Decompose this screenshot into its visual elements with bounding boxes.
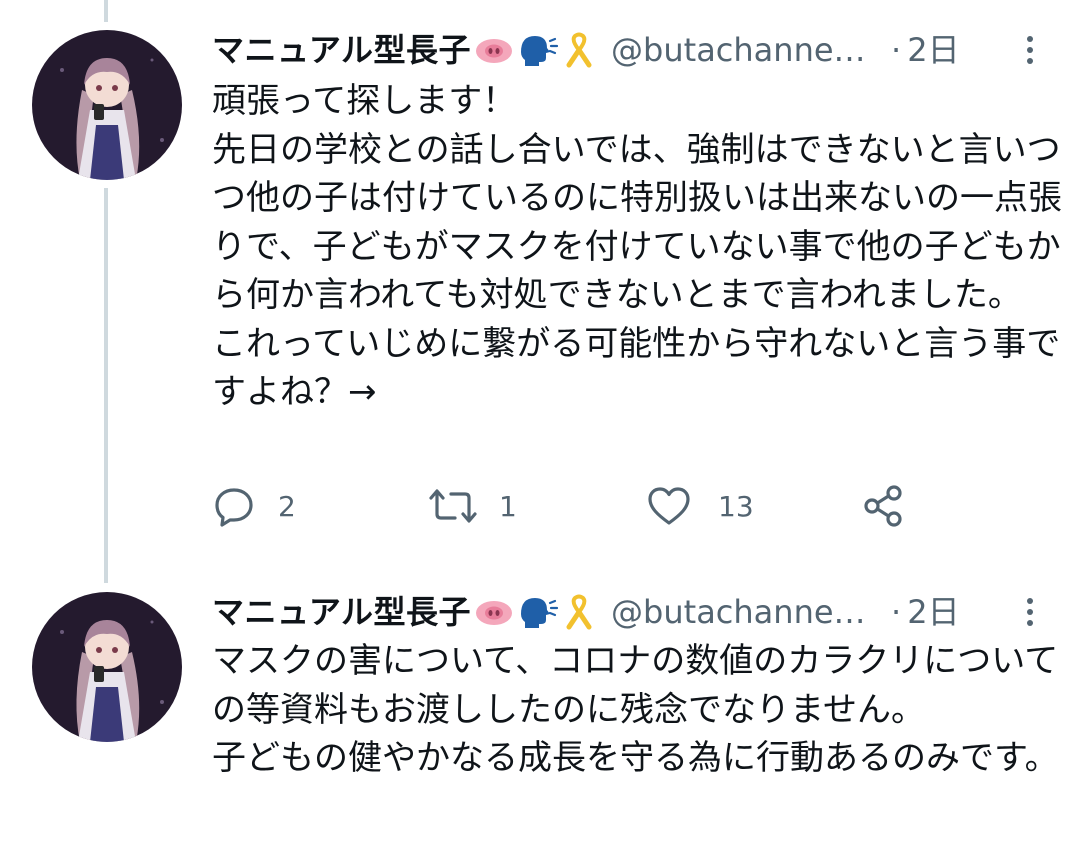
avatar-image — [32, 592, 182, 742]
reply-icon — [212, 484, 256, 528]
speaking-head-emoji — [517, 594, 559, 630]
user-handle[interactable]: @butachannen... — [611, 590, 873, 634]
reply-count: 2 — [278, 489, 296, 523]
like-button[interactable]: 13 — [646, 478, 754, 534]
avatar[interactable] — [32, 30, 182, 180]
avatar[interactable] — [32, 592, 182, 742]
share-button[interactable] — [860, 478, 908, 534]
reply-button[interactable]: 2 — [212, 478, 296, 534]
tweet[interactable]: マニュアル型長子 @butachannen... · 2日 頑張って探します！ … — [0, 0, 1080, 560]
yellow-ribbon-emoji — [561, 32, 597, 68]
separator-dot: · — [891, 31, 902, 69]
pig-nose-emoji — [473, 34, 515, 66]
like-icon — [646, 484, 692, 528]
tweet-actions: 2 1 13 — [212, 478, 932, 534]
timestamp[interactable]: 2日 — [907, 28, 959, 72]
pig-nose-emoji — [473, 596, 515, 628]
retweet-button[interactable]: 1 — [427, 478, 517, 534]
user-handle[interactable]: @butachannen... — [611, 28, 873, 72]
retweet-count: 1 — [499, 489, 517, 523]
more-options-icon[interactable] — [1020, 28, 1040, 72]
yellow-ribbon-emoji — [561, 594, 597, 630]
speaking-head-emoji — [517, 32, 559, 68]
tweet[interactable]: マニュアル型長子 @butachannen... · 2日 マスクの害について、… — [0, 560, 1080, 860]
tweet-header: マニュアル型長子 @butachannen... · 2日 — [212, 28, 1040, 72]
display-name[interactable]: マニュアル型長子 — [212, 28, 471, 72]
retweet-icon — [427, 484, 479, 528]
display-name[interactable]: マニュアル型長子 — [212, 590, 471, 634]
like-count: 13 — [718, 489, 754, 523]
separator-dot: · — [891, 593, 902, 631]
tweet-header: マニュアル型長子 @butachannen... · 2日 — [212, 590, 1040, 634]
more-options-icon[interactable] — [1020, 590, 1040, 634]
tweet-text: 頑張って探します！ 先日の学校との話し合いでは、強制はできないと言いつつ他の子は… — [212, 81, 1062, 412]
timestamp[interactable]: 2日 — [907, 590, 959, 634]
avatar-image — [32, 30, 182, 180]
share-icon — [860, 482, 908, 530]
tweet-text: マスクの害について、コロナの数値のカラクリについての等資料もお渡ししたのに残念で… — [212, 641, 1059, 778]
